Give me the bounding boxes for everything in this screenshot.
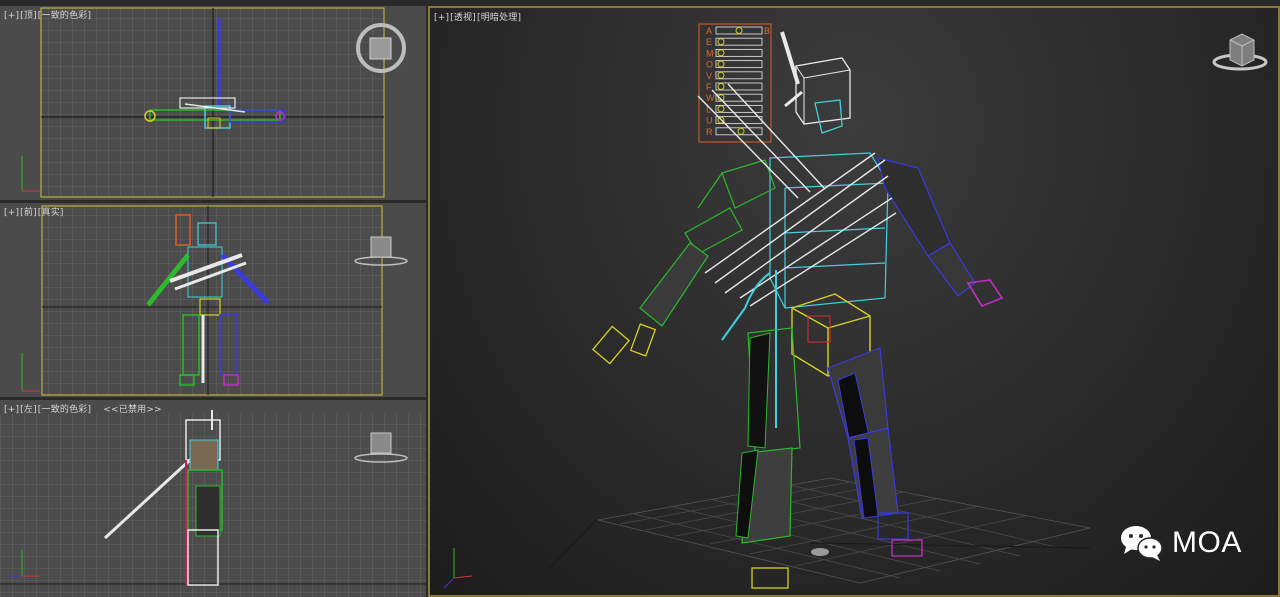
- viewport-perspective[interactable]: AEMOVFWLURB [+][透视][明暗处理]: [428, 6, 1280, 597]
- face-control-panel[interactable]: AEMOVFWLURB: [698, 23, 772, 143]
- viewport-shading-mode[interactable]: [真实]: [38, 208, 64, 218]
- face-panel-letter: F: [706, 82, 712, 92]
- face-panel-letter: V: [706, 71, 712, 81]
- root-pivot: [811, 548, 829, 556]
- front-viewport-label[interactable]: [+][前][真实]: [4, 205, 65, 218]
- watermark-text: MOA: [1172, 526, 1242, 559]
- viewport-disabled-tag: <<已禁用>>: [103, 405, 162, 415]
- viewcube-icon[interactable]: [1212, 33, 1268, 71]
- front-viewport-canvas: [21, 205, 408, 396]
- axis-tripod-icon: [21, 156, 40, 192]
- weapon-bones[interactable]: [697, 83, 897, 307]
- face-panel-knob[interactable]: [737, 127, 745, 135]
- face-panel-knob[interactable]: [717, 71, 725, 79]
- viewport-view-name[interactable]: [透视]: [450, 13, 476, 23]
- viewport-view-name[interactable]: [前]: [20, 208, 37, 218]
- viewport-left[interactable]: [+][左][一致的色彩] <<已禁用>>: [0, 400, 426, 597]
- right-arm-bone[interactable]: [877, 157, 1004, 307]
- viewport-menu-plus[interactable]: [+]: [4, 208, 19, 218]
- ground-grid: [549, 477, 1091, 584]
- top-viewport-label[interactable]: [+][顶][一致的色彩]: [4, 8, 92, 21]
- face-panel-letter: R: [706, 127, 713, 137]
- face-panel-knob[interactable]: [717, 83, 725, 90]
- face-panel-knob[interactable]: [717, 60, 725, 68]
- watermark: MOA: [1118, 521, 1248, 565]
- head-bone[interactable]: [780, 31, 851, 134]
- face-panel-knob[interactable]: [717, 49, 725, 57]
- viewport-shading-mode[interactable]: [一致的色彩]: [38, 11, 91, 21]
- viewport-view-name[interactable]: [顶]: [20, 11, 37, 21]
- viewport-front[interactable]: [+][前][真实]: [0, 203, 426, 397]
- viewport-menu-plus[interactable]: [+]: [4, 11, 19, 21]
- left-hand-bone[interactable]: [592, 323, 657, 365]
- viewport-menu-plus[interactable]: [+]: [4, 405, 19, 415]
- top-viewport-canvas: [21, 7, 406, 198]
- axis-tripod-icon: [21, 353, 40, 392]
- viewport-top[interactable]: [+][顶][一致的色彩]: [0, 6, 426, 200]
- face-panel-letter: A: [706, 26, 712, 36]
- wechat-icon: [1121, 526, 1163, 561]
- right-leg-bone[interactable]: [827, 347, 923, 557]
- left-viewport-canvas: [0, 410, 426, 597]
- face-panel-letter: W: [706, 93, 715, 103]
- left-leg-bone[interactable]: [735, 327, 801, 589]
- face-panel-letter: O: [706, 60, 713, 70]
- axis-tripod-icon: [443, 548, 473, 589]
- face-panel-letter: E: [706, 37, 712, 47]
- viewport-shading-mode[interactable]: [明暗处理]: [477, 13, 521, 23]
- face-panel-letter: M: [706, 48, 714, 58]
- face-panel-knob[interactable]: [735, 27, 743, 34]
- left-viewport-label[interactable]: [+][左][一致的色彩] <<已禁用>>: [4, 402, 163, 415]
- viewport-view-name[interactable]: [左]: [20, 405, 37, 415]
- face-panel-slider[interactable]: [715, 26, 763, 35]
- viewport-menu-plus[interactable]: [+]: [434, 13, 449, 23]
- face-panel-knob[interactable]: [717, 105, 725, 113]
- face-panel-letter: U: [706, 116, 713, 126]
- perspective-viewport-canvas: AEMOVFWLURB: [443, 23, 1268, 589]
- face-panel-right-letter: B: [764, 26, 770, 36]
- perspective-viewport-label[interactable]: [+][透视][明暗处理]: [434, 10, 522, 23]
- viewport-shading-mode[interactable]: [一致的色彩]: [38, 405, 91, 415]
- face-panel-knob[interactable]: [717, 38, 725, 46]
